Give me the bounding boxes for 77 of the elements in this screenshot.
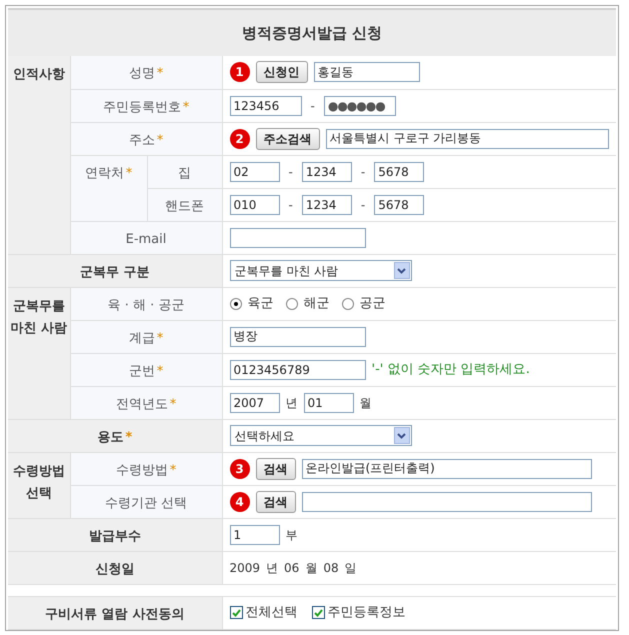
- form-title: 병적증명서발급 신청: [8, 8, 616, 56]
- field-label: 전역년도*: [116, 396, 176, 412]
- field-label: 군복무 구분: [80, 264, 150, 280]
- separator: -: [310, 98, 316, 114]
- separator: -: [360, 196, 366, 214]
- group-label: 인적사항: [12, 67, 65, 82]
- unit-text: 월: [305, 560, 318, 576]
- search-button[interactable]: 검색: [256, 458, 296, 480]
- select-field[interactable]: 선택하세요: [230, 425, 412, 446]
- field-label: 신청일: [95, 562, 134, 576]
- step-badge: 3: [230, 458, 250, 478]
- field-label: 핸드폰: [165, 198, 204, 214]
- input-field[interactable]: ●●●●●●: [324, 96, 396, 116]
- input-field[interactable]: 병장: [230, 326, 366, 346]
- input-field[interactable]: 1234: [302, 162, 352, 182]
- field-label: 연락처*: [84, 166, 132, 180]
- field-label: 용도*: [97, 430, 132, 444]
- unit-text: 08: [323, 560, 339, 576]
- group-label: 군복무를 마친 사람: [10, 298, 68, 336]
- checkbox[interactable]: [230, 606, 242, 619]
- input-field[interactable]: [302, 492, 592, 512]
- input-field[interactable]: 02: [230, 162, 280, 182]
- group-label: 수령방법 선택: [12, 464, 65, 500]
- step-badge: 4: [230, 492, 250, 512]
- input-field[interactable]: 서울특별시 구로구 가리봉동: [326, 128, 609, 148]
- step-badge: 1: [230, 62, 250, 82]
- field-label: 발급부수: [88, 528, 141, 544]
- field-label: 구비서류 열람 사전동의: [45, 606, 184, 622]
- unit-text: 2009: [230, 560, 260, 576]
- field-label: E-mail: [126, 232, 166, 246]
- field-label: 집: [178, 166, 191, 180]
- input-field[interactable]: 5678: [374, 162, 424, 182]
- checkbox[interactable]: [312, 606, 324, 619]
- step-badge: 2: [230, 128, 250, 148]
- search-button[interactable]: 주소검색: [256, 128, 320, 150]
- field-label: 계급*: [128, 330, 164, 346]
- unit-text: 년: [266, 560, 278, 576]
- separator: -: [360, 164, 366, 180]
- select-field[interactable]: 군복무를 마친 사람: [230, 260, 412, 281]
- radio-option[interactable]: 해군: [286, 294, 330, 314]
- unit-text: 부: [286, 526, 298, 544]
- unit-text: 06: [284, 560, 300, 576]
- radio-button[interactable]: [286, 298, 298, 310]
- separator: -: [288, 164, 294, 180]
- input-field[interactable]: 홍길동: [314, 62, 420, 82]
- input-field[interactable]: 1234: [302, 194, 352, 214]
- field-label: 군번*: [128, 364, 164, 378]
- chevron-icon: [394, 427, 410, 444]
- field-label: 수령기관 선택: [104, 496, 188, 510]
- input-field[interactable]: 5678: [374, 194, 424, 214]
- search-button[interactable]: 검색: [256, 490, 296, 512]
- search-button[interactable]: 신청인: [256, 61, 308, 84]
- input-field[interactable]: 1: [230, 524, 280, 544]
- radio-button[interactable]: [230, 298, 242, 310]
- field-label: 수령방법*: [116, 462, 176, 478]
- radio-button[interactable]: [342, 298, 354, 310]
- input-field[interactable]: 0123456789: [230, 360, 366, 380]
- unit-text: 일: [344, 560, 357, 576]
- chevron-icon: [394, 262, 410, 279]
- field-label: 성명*: [128, 66, 164, 81]
- radio-option[interactable]: 육군: [230, 294, 274, 314]
- hint-text: '-' 없이 숫자만 입력하세요.: [372, 360, 530, 379]
- radio-option[interactable]: 공군: [342, 294, 386, 314]
- unit-text: 년: [286, 394, 298, 412]
- input-field[interactable]: 온라인발급(프린터출력): [302, 458, 592, 478]
- checkbox-option[interactable]: 전체선택: [230, 602, 298, 622]
- separator: -: [288, 196, 294, 214]
- input-field[interactable]: [230, 228, 366, 248]
- input-field[interactable]: 123456: [230, 96, 302, 116]
- input-field[interactable]: 2007: [230, 392, 280, 412]
- checkbox-option[interactable]: 주민등록정보: [312, 602, 406, 622]
- field-label: 주소*: [128, 132, 164, 148]
- field-label: 주민등록번호*: [102, 100, 190, 114]
- input-field[interactable]: 010: [230, 194, 280, 214]
- unit-text: 월: [360, 394, 372, 412]
- input-field[interactable]: 01: [304, 392, 354, 412]
- field-label: 육 · 해 · 공군: [108, 298, 184, 312]
